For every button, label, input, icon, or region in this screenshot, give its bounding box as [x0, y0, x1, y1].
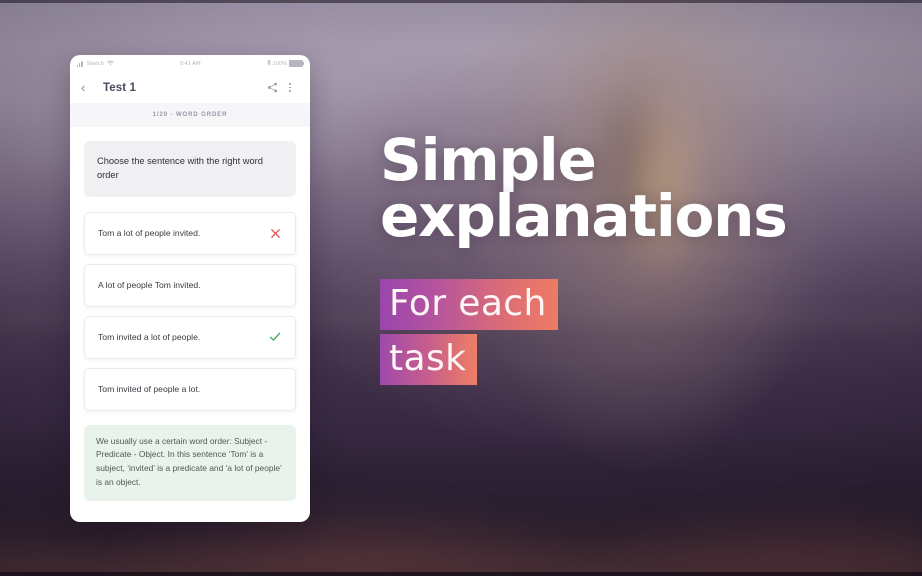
incorrect-icon	[268, 226, 282, 240]
answer-option-label: Tom invited of people a lot.	[98, 383, 201, 394]
cellular-signal-icon	[77, 60, 84, 67]
phone-mockup: Sketch 9:41 AM 100% ‹ Test 1 1/20 - WORD…	[70, 55, 310, 522]
explanation-card: We usually use a certain word order: Sub…	[84, 424, 296, 502]
answer-option-label: Tom a lot of people invited.	[98, 227, 201, 238]
promo-subheadline-line-2: task	[380, 333, 478, 385]
question-card: Choose the sentence with the right word …	[84, 141, 296, 197]
answer-option-mark-empty	[268, 382, 282, 396]
battery-icon	[289, 59, 304, 68]
answer-option-3[interactable]: Tom invited a lot of people.	[84, 315, 296, 359]
letterbox-top	[0, 0, 922, 3]
status-bar-time: 9:41 AM	[179, 60, 201, 67]
answer-option-1[interactable]: Tom a lot of people invited.	[84, 211, 296, 255]
promo-subheadline-line-1: For each	[380, 278, 558, 330]
page-title: Test 1	[103, 81, 136, 94]
back-button[interactable]: ‹	[81, 81, 95, 94]
promo-headline-line-1: Simple	[380, 126, 597, 194]
status-bar-left: Sketch	[77, 59, 114, 68]
quiz-body: Choose the sentence with the right word …	[70, 127, 310, 502]
wifi-icon	[107, 59, 114, 68]
carrier-label: Sketch	[86, 60, 104, 67]
answer-option-4[interactable]: Tom invited of people a lot.	[84, 367, 296, 411]
promo-copy: Simple explanations For each task	[380, 126, 880, 385]
app-bar: ‹ Test 1	[70, 72, 310, 103]
promo-subheadline: For each task	[380, 278, 880, 385]
correct-icon	[268, 330, 282, 344]
progress-label: 1/20 - WORD ORDER	[70, 103, 310, 127]
answer-option-mark-empty	[268, 278, 282, 292]
status-bar: Sketch 9:41 AM 100%	[70, 55, 310, 72]
answer-option-2[interactable]: A lot of people Tom invited.	[84, 263, 296, 307]
more-vertical-icon[interactable]	[281, 79, 299, 97]
status-bar-right: 100%	[266, 59, 304, 68]
letterbox-bottom	[0, 572, 922, 576]
answer-option-label: A lot of people Tom invited.	[98, 279, 201, 290]
battery-percent-label: 100%	[272, 60, 287, 67]
promo-headline-line-2: explanations	[380, 182, 788, 251]
answer-option-label: Tom invited a lot of people.	[98, 331, 201, 342]
share-icon[interactable]	[263, 79, 281, 97]
bluetooth-icon	[266, 59, 271, 68]
screenshot-stage: Sketch 9:41 AM 100% ‹ Test 1 1/20 - WORD…	[0, 0, 922, 576]
